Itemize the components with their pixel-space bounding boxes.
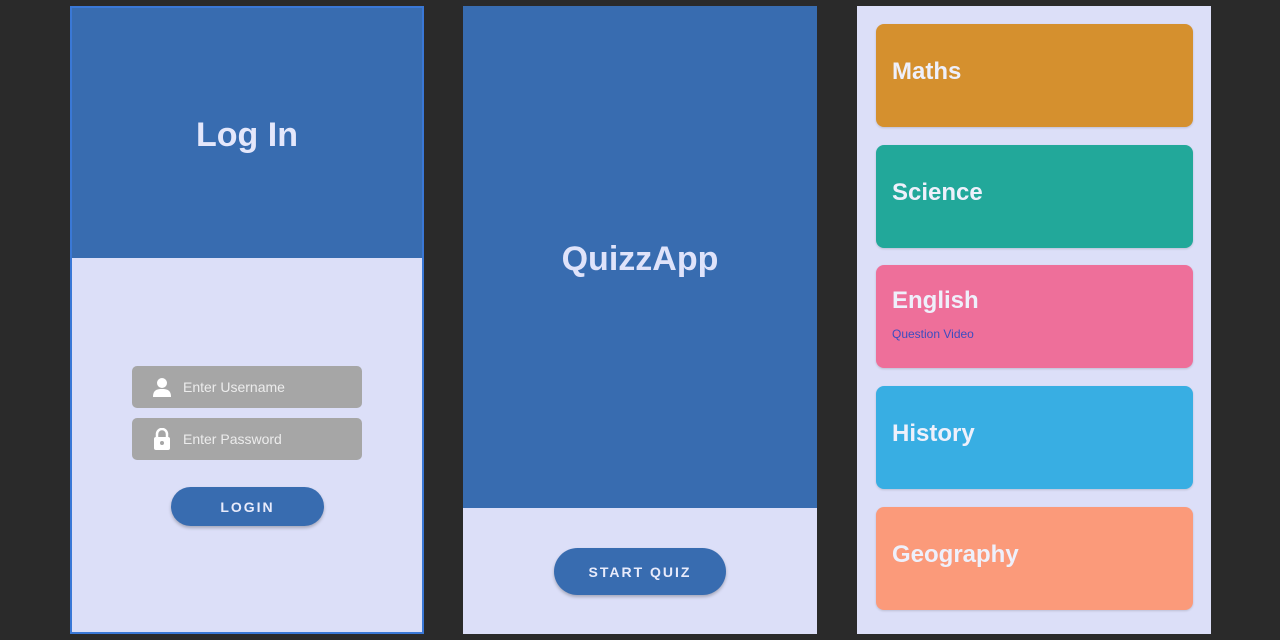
category-label: Maths — [892, 58, 962, 85]
login-title: Log In — [196, 116, 298, 154]
username-field[interactable]: Enter Username — [132, 366, 362, 408]
category-subtitle: Question Video — [892, 327, 974, 341]
category-label: Geography — [892, 541, 1019, 568]
splash-screen: QuizzApp START QUIZ — [463, 6, 817, 634]
category-label: History — [892, 420, 975, 447]
login-screen: Log In Enter Username Enter Password LOG… — [70, 6, 424, 634]
app-title: QuizzApp — [561, 240, 719, 278]
login-button[interactable]: LOGIN — [171, 487, 324, 526]
category-label: English — [892, 287, 979, 314]
category-card-geography[interactable]: Geography — [876, 507, 1193, 610]
category-card-english[interactable]: English Question Video — [876, 265, 1193, 368]
password-placeholder: Enter Password — [183, 431, 282, 447]
category-card-history[interactable]: History — [876, 386, 1193, 489]
start-quiz-button[interactable]: START QUIZ — [554, 548, 726, 595]
password-field[interactable]: Enter Password — [132, 418, 362, 460]
splash-header: QuizzApp — [463, 6, 817, 508]
category-card-maths[interactable]: Maths — [876, 24, 1193, 127]
categories-screen: Maths Science English Question Video His… — [857, 6, 1211, 634]
category-card-science[interactable]: Science — [876, 145, 1193, 248]
lock-icon — [152, 427, 172, 451]
login-header: Log In — [72, 8, 422, 258]
category-label: Science — [892, 179, 983, 206]
username-placeholder: Enter Username — [183, 379, 285, 395]
person-icon — [152, 375, 172, 399]
